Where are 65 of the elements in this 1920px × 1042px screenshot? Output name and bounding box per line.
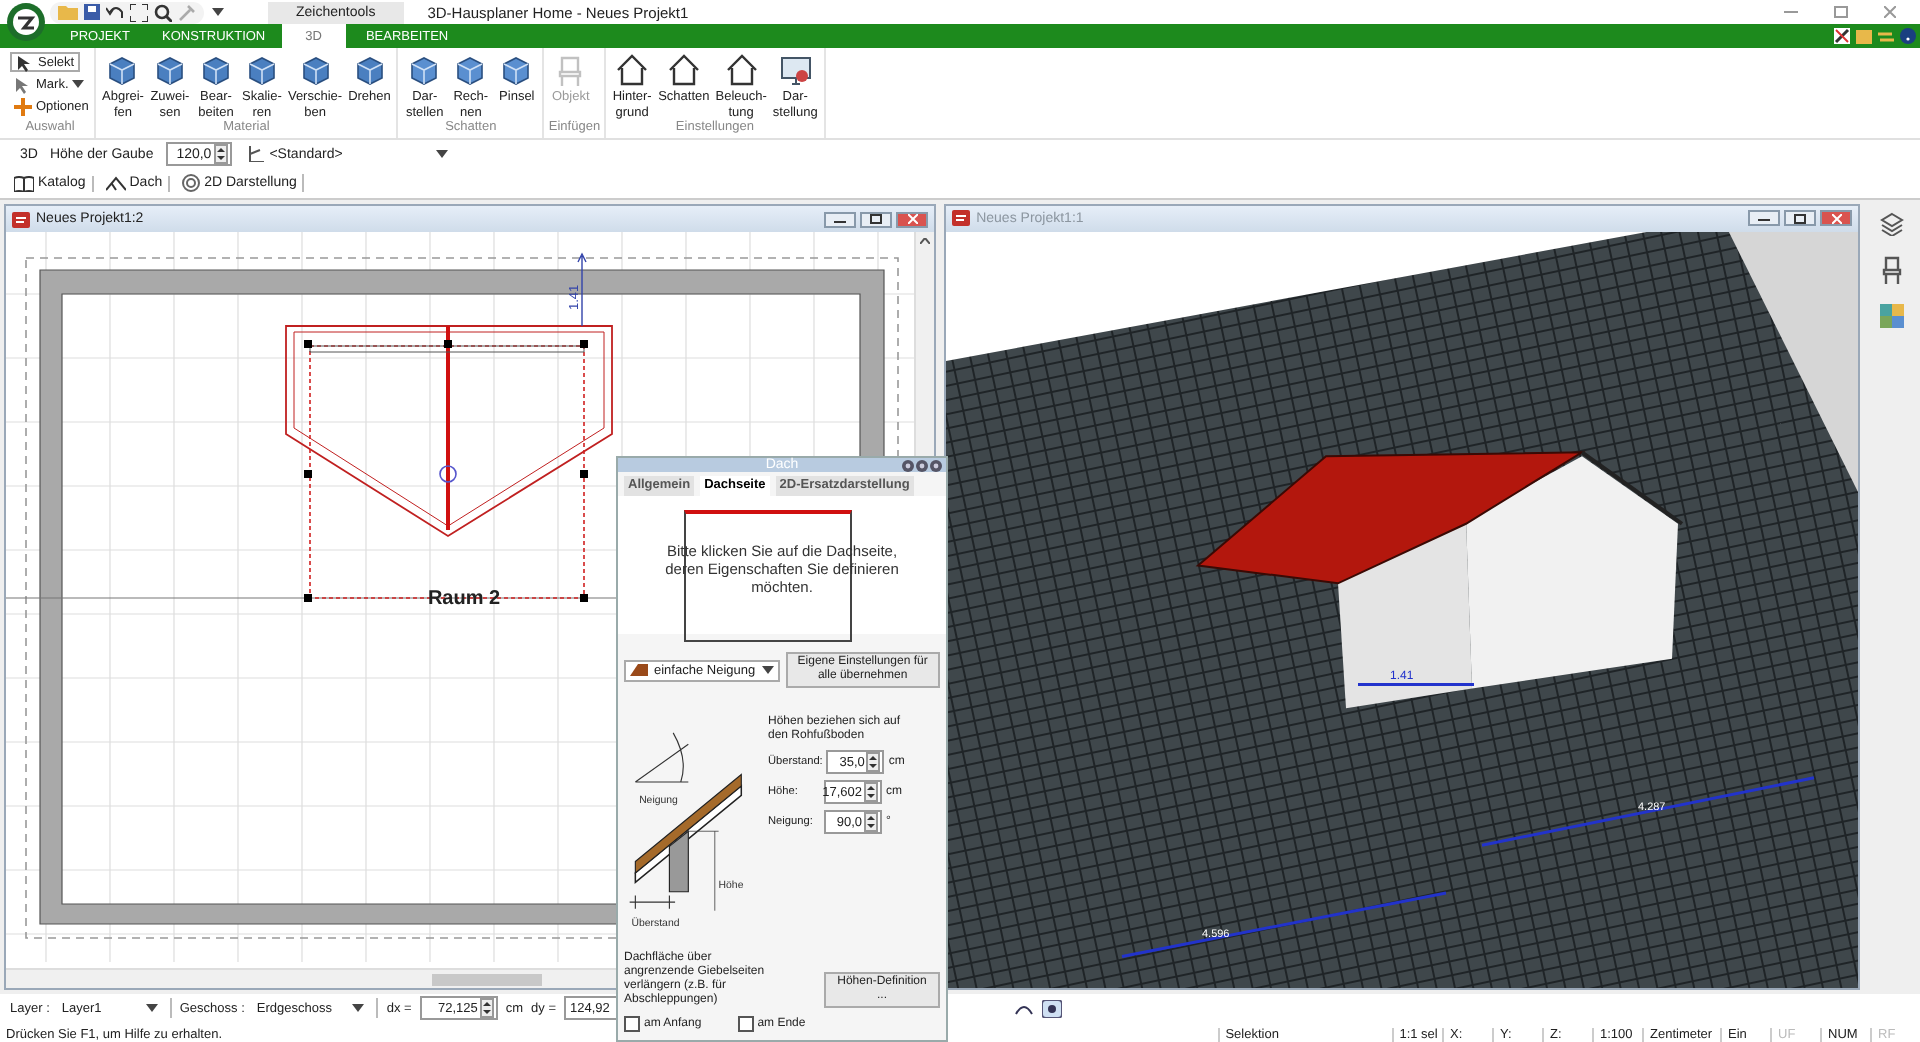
- close-icon[interactable]: [1884, 6, 1896, 18]
- close-icon: [907, 214, 918, 224]
- snap-tool-icon[interactable]: [1042, 999, 1062, 1017]
- curve-tool-icon[interactable]: [1014, 1000, 1034, 1016]
- house-icon: [723, 52, 760, 88]
- cursor-icon: [16, 53, 34, 71]
- minimize-icon[interactable]: [1784, 6, 1798, 18]
- cube-icon: [197, 52, 234, 88]
- caret-icon: [352, 1004, 365, 1012]
- mark-icon: [14, 75, 32, 93]
- spinner-icon[interactable]: [866, 752, 881, 772]
- caret-icon: [761, 666, 774, 674]
- pin-icon[interactable]: [902, 460, 914, 472]
- cube-icon: [151, 52, 188, 88]
- layers-icon[interactable]: [1880, 212, 1905, 236]
- close-button[interactable]: [896, 211, 929, 227]
- caret-icon: [72, 80, 85, 88]
- maximize-button[interactable]: [860, 211, 893, 227]
- cube-icon: [104, 52, 141, 88]
- minimize-icon: [1758, 214, 1771, 223]
- app-logo-icon: [12, 211, 30, 227]
- style-icon: [247, 146, 264, 162]
- caret-icon: [435, 150, 448, 158]
- spinner-icon[interactable]: [864, 782, 878, 802]
- save-icon[interactable]: [84, 4, 100, 20]
- house-icon: [614, 52, 651, 88]
- checkbox[interactable]: [737, 1016, 754, 1032]
- circle-icon: [182, 174, 201, 192]
- maximize-icon: [1794, 213, 1807, 224]
- minimize-icon: [834, 215, 847, 223]
- restore-icon[interactable]: [1834, 6, 1848, 18]
- minimize-button[interactable]: [824, 211, 857, 227]
- maximize-icon: [870, 214, 883, 224]
- roof-icon: [630, 664, 648, 676]
- help-icon[interactable]: [1900, 28, 1916, 44]
- dimension-line: [1358, 682, 1475, 686]
- cube-icon: [406, 52, 443, 88]
- undo-icon[interactable]: [106, 4, 124, 20]
- chair-icon[interactable]: [1880, 256, 1905, 284]
- dimension-line: [577, 252, 587, 327]
- book-icon: [14, 175, 34, 191]
- cube-icon: [297, 52, 334, 88]
- spinner-icon[interactable]: [479, 998, 494, 1018]
- cube-icon: [498, 52, 535, 88]
- switch-icon[interactable]: [1878, 29, 1894, 43]
- house-icon: [665, 52, 702, 88]
- cube-icon: [243, 52, 280, 88]
- cube-icon: [452, 52, 489, 88]
- roof-icon: [105, 175, 126, 191]
- cube-icon: [351, 52, 388, 88]
- plus-icon: [14, 97, 32, 115]
- fullscreen-icon[interactable]: [130, 3, 148, 21]
- checkbox[interactable]: [624, 1016, 640, 1032]
- help-icon[interactable]: [916, 460, 928, 472]
- monitor-icon: [777, 52, 814, 88]
- app-logo-icon: [952, 210, 971, 227]
- spinner-icon[interactable]: [213, 144, 228, 164]
- customize-caret-icon: [212, 8, 224, 16]
- caret-icon: [145, 1004, 158, 1012]
- close-icon: [1831, 213, 1842, 224]
- scroll-up-icon: [920, 238, 931, 244]
- search-icon[interactable]: [154, 3, 172, 21]
- palette-icon[interactable]: [1880, 304, 1905, 328]
- spinner-icon[interactable]: [864, 812, 878, 832]
- close-icon[interactable]: [930, 460, 942, 472]
